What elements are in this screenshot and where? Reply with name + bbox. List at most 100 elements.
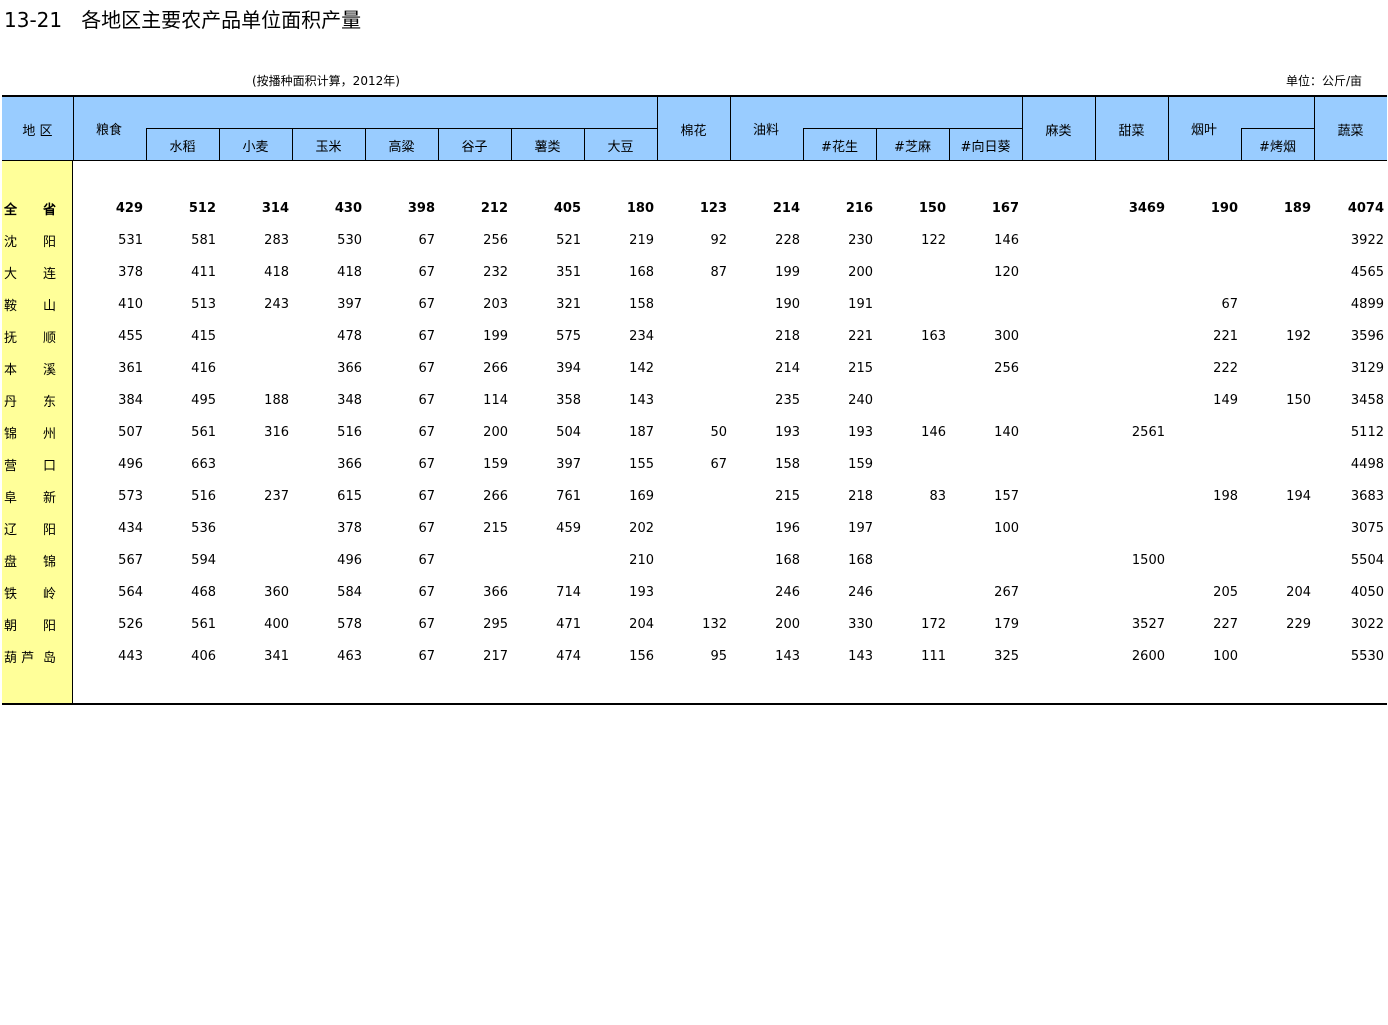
table-cell: 366 (483, 584, 508, 600)
table-cell: 411 (191, 264, 216, 280)
table-cell: 237 (264, 488, 289, 504)
table-cell: 193 (629, 584, 654, 600)
table-cell (1022, 416, 1092, 448)
table-cell: 172 (921, 616, 946, 632)
region-name-part: 鞍 (4, 298, 18, 314)
table-cell: 267 (994, 584, 1019, 600)
table-cell (1095, 384, 1165, 416)
header-sunflower: #向日葵 (960, 139, 1011, 155)
table-cell: 229 (1286, 616, 1311, 632)
table-cell: 361 (118, 360, 143, 376)
table-cell: 471 (556, 616, 581, 632)
table-cell: 218 (775, 328, 800, 344)
region-name: 抚顺 (2, 320, 70, 352)
table-cell: 221 (1213, 328, 1238, 344)
table-cell (657, 512, 727, 544)
table-cell: 530 (337, 232, 362, 248)
table-cell: 188 (264, 392, 289, 408)
table-cell: 714 (556, 584, 581, 600)
table-cell: 50 (710, 424, 727, 440)
table-cell: 169 (629, 488, 654, 504)
table-cell: 202 (629, 520, 654, 536)
region-name-part: 营 (4, 458, 18, 474)
table-cell: 150 (918, 200, 946, 216)
table-cell (876, 288, 946, 320)
table-cell: 4498 (1350, 456, 1384, 472)
table-cell: 67 (418, 552, 435, 568)
region-name-part: 锦 (4, 426, 18, 442)
table-cell: 123 (699, 200, 727, 216)
table-cell (1095, 576, 1165, 608)
table-cell: 256 (483, 232, 508, 248)
table-cell (1095, 288, 1165, 320)
region-name-part: 铁 (4, 586, 18, 602)
table-cell: 168 (848, 552, 873, 568)
table-cell: 156 (629, 648, 654, 664)
table-cell: 150 (1286, 392, 1311, 408)
header-region: 地 区 (22, 123, 53, 139)
table-cell: 415 (191, 328, 216, 344)
table-cell: 100 (994, 520, 1019, 536)
region-name-part: 阳 (42, 234, 56, 250)
table-cell (949, 288, 1019, 320)
region-name-part: 阳 (42, 522, 56, 538)
table-cell: 67 (418, 488, 435, 504)
table-cell: 516 (191, 488, 216, 504)
header-millet: 谷子 (461, 139, 488, 155)
table-cell (1022, 576, 1092, 608)
table-cell (949, 544, 1019, 576)
table-cell: 564 (118, 584, 143, 600)
table-cell: 158 (629, 296, 654, 312)
table-cell: 243 (264, 296, 289, 312)
table-cell: 92 (710, 232, 727, 248)
table-cell (876, 544, 946, 576)
table-cell: 406 (191, 648, 216, 664)
table-cell (219, 320, 289, 352)
region-name-part: 口 (42, 458, 56, 474)
table-cell: 416 (191, 360, 216, 376)
region-name-part: 新 (42, 490, 56, 506)
region-name-part: 东 (42, 394, 56, 410)
table-cell (1022, 448, 1092, 480)
table-cell: 67 (418, 520, 435, 536)
table-cell: 434 (118, 520, 143, 536)
table-cell: 168 (629, 264, 654, 280)
table-cell: 594 (191, 552, 216, 568)
table-cell (657, 288, 727, 320)
table-cell: 3458 (1350, 392, 1384, 408)
table-cell: 378 (118, 264, 143, 280)
region-name: 朝阳 (2, 608, 70, 640)
table-cell: 5504 (1350, 552, 1384, 568)
table-cell: 321 (556, 296, 581, 312)
header-oil: 油料 (753, 122, 780, 138)
table-cell: 227 (1213, 616, 1238, 632)
table-cell: 235 (775, 392, 800, 408)
table-cell: 217 (483, 648, 508, 664)
table-cell: 405 (553, 200, 581, 216)
table-cell (1022, 288, 1092, 320)
table-cell: 199 (775, 264, 800, 280)
header-peanut: #花生 (821, 139, 858, 155)
table-cell (1241, 544, 1311, 576)
table-cell: 351 (556, 264, 581, 280)
region-name-part: 丹 (4, 394, 18, 410)
table-cell (1095, 352, 1165, 384)
table-cell: 159 (483, 456, 508, 472)
table-cell: 67 (418, 424, 435, 440)
table-cell (219, 512, 289, 544)
table-cell: 167 (991, 200, 1019, 216)
table-cell: 146 (921, 424, 946, 440)
region-name: 营口 (2, 448, 70, 480)
table-cell: 204 (629, 616, 654, 632)
table-cell: 443 (118, 648, 143, 664)
table-cell: 67 (418, 456, 435, 472)
region-name-part: 抚 (4, 330, 18, 346)
table-cell: 663 (191, 456, 216, 472)
table-cell: 575 (556, 328, 581, 344)
table-cell (1241, 512, 1311, 544)
table-cell: 215 (848, 360, 873, 376)
table-cell: 561 (191, 424, 216, 440)
region-name: 丹东 (2, 384, 70, 416)
table-cell: 146 (994, 232, 1019, 248)
region-name-part: 州 (42, 426, 56, 442)
